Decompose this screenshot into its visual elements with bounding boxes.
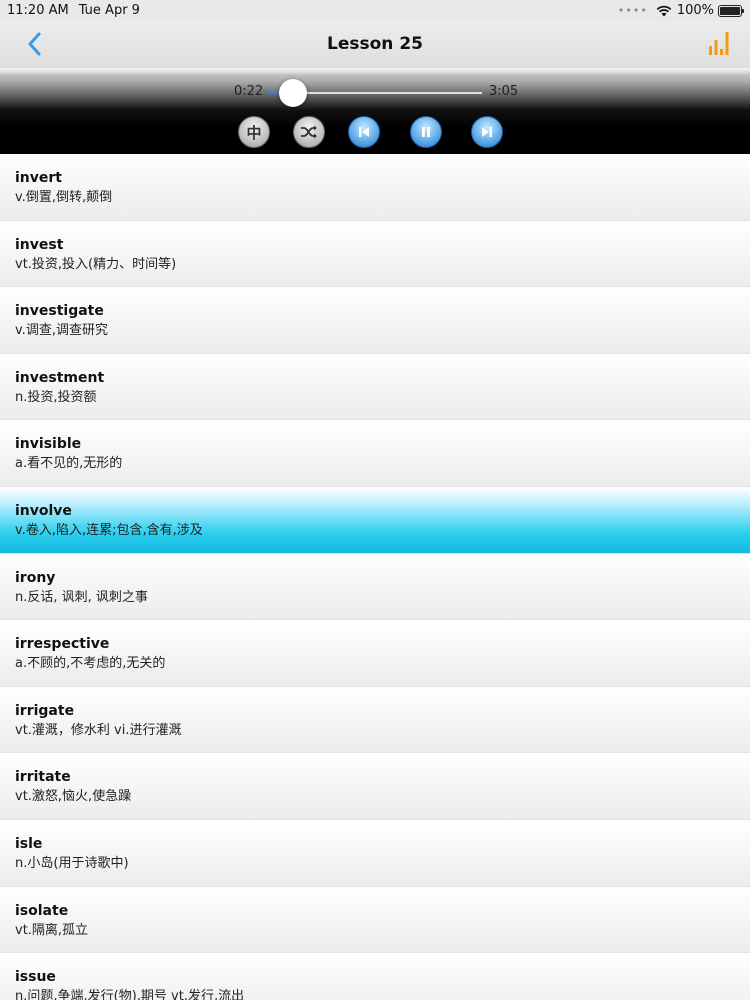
chinese-toggle-button[interactable]: 中 <box>238 116 270 148</box>
word-row[interactable]: invert v.倒置,倒转,颠倒 <box>0 154 750 221</box>
word-definition: n.投资,投资额 <box>15 389 97 405</box>
previous-button[interactable] <box>348 116 380 148</box>
word-row[interactable]: irony n.反话, 讽刺, 讽刺之事 <box>0 553 750 621</box>
status-left: 11:20 AM Tue Apr 9 <box>7 3 140 18</box>
word-row[interactable]: isle n.小岛(用于诗歌中) <box>0 819 750 887</box>
word-definition: vt.激怒,恼火,使急躁 <box>15 789 132 805</box>
slider-thumb[interactable] <box>279 79 308 107</box>
bar-chart-icon[interactable] <box>708 30 732 56</box>
word-row[interactable]: irrespective a.不顾的,不考虑的,无关的 <box>0 620 750 687</box>
word-term: investigate <box>15 303 104 320</box>
pause-button[interactable] <box>410 116 442 148</box>
status-date: Tue Apr 9 <box>78 3 140 18</box>
word-term: invisible <box>15 436 82 453</box>
shuffle-icon <box>301 125 317 139</box>
word-definition: vt.隔离,孤立 <box>15 922 89 938</box>
pause-icon <box>422 127 430 137</box>
word-definition: vt.投资,投入(精力、时间等) <box>15 256 177 272</box>
word-term: isle <box>15 835 43 852</box>
word-term: issue <box>15 969 56 986</box>
status-bar: 11:20 AM Tue Apr 9 •••• 100% <box>0 0 750 22</box>
word-definition: v.卷入,陷入,连累;包含,含有,涉及 <box>15 522 203 538</box>
word-term: invest <box>15 236 64 253</box>
total-time: 3:05 <box>489 84 519 99</box>
word-definition: n.小岛(用于诗歌中) <box>15 855 129 871</box>
current-time: 0:22 <box>234 84 264 99</box>
word-definition: a.看不见的,无形的 <box>15 456 123 472</box>
multitasking-dots-icon: •••• <box>617 4 648 17</box>
word-definition: v.调查,调查研究 <box>15 323 108 339</box>
battery-fill <box>720 6 740 15</box>
word-row[interactable]: invisible a.看不见的,无形的 <box>0 420 750 487</box>
audio-player: 0:22 3:05 中 <box>0 68 750 154</box>
word-row[interactable]: issue n.问题,争端,发行(物),期号 vt.发行,流出 <box>0 953 750 1000</box>
status-time: 11:20 AM <box>7 3 69 18</box>
word-row[interactable]: involve v.卷入,陷入,连累;包含,含有,涉及 <box>0 486 750 554</box>
word-term: involve <box>15 502 72 519</box>
word-term: investment <box>15 369 105 386</box>
navigation-bar: Lesson 25 <box>0 22 750 68</box>
next-button[interactable] <box>471 116 503 148</box>
battery-icon <box>718 4 744 17</box>
progress-slider[interactable] <box>268 79 482 107</box>
word-row[interactable]: irritate vt.激怒,恼火,使急躁 <box>0 753 750 820</box>
battery-percent: 100% <box>676 3 714 18</box>
chinese-toggle-label: 中 <box>246 123 262 142</box>
word-term: invert <box>15 170 62 186</box>
word-row[interactable]: investigate v.调查,调查研究 <box>0 287 750 354</box>
word-row[interactable]: irrigate vt.灌溉，修水利 vi.进行灌溉 <box>0 686 750 754</box>
page-title: Lesson 25 <box>327 34 423 54</box>
player-gloss <box>0 68 750 74</box>
word-row[interactable]: investment n.投资,投资额 <box>0 353 750 421</box>
word-definition: n.反话, 讽刺, 讽刺之事 <box>15 589 148 605</box>
next-icon <box>482 127 492 137</box>
word-term: irrespective <box>15 636 110 653</box>
word-definition: vt.灌溉，修水利 vi.进行灌溉 <box>15 722 182 738</box>
word-term: irritate <box>15 769 71 786</box>
word-list: invert v.倒置,倒转,颠倒 invest vt.投资,投入(精力、时间等) in… <box>0 154 750 1000</box>
word-row[interactable]: isolate vt.隔离,孤立 <box>0 886 750 954</box>
word-definition: n.问题,争端,发行(物),期号 vt.发行,流出 <box>15 989 245 1000</box>
word-term: irony <box>15 569 56 586</box>
shuffle-button[interactable] <box>293 116 325 148</box>
word-term: isolate <box>15 902 69 919</box>
word-definition: a.不顾的,不考虑的,无关的 <box>15 656 166 672</box>
previous-icon <box>359 127 369 137</box>
status-right: •••• 100% <box>617 3 744 18</box>
word-term: irrigate <box>15 702 75 719</box>
word-definition: v.倒置,倒转,颠倒 <box>15 190 113 205</box>
wifi-icon <box>656 5 672 16</box>
word-row[interactable]: invest vt.投资,投入(精力、时间等) <box>0 220 750 288</box>
